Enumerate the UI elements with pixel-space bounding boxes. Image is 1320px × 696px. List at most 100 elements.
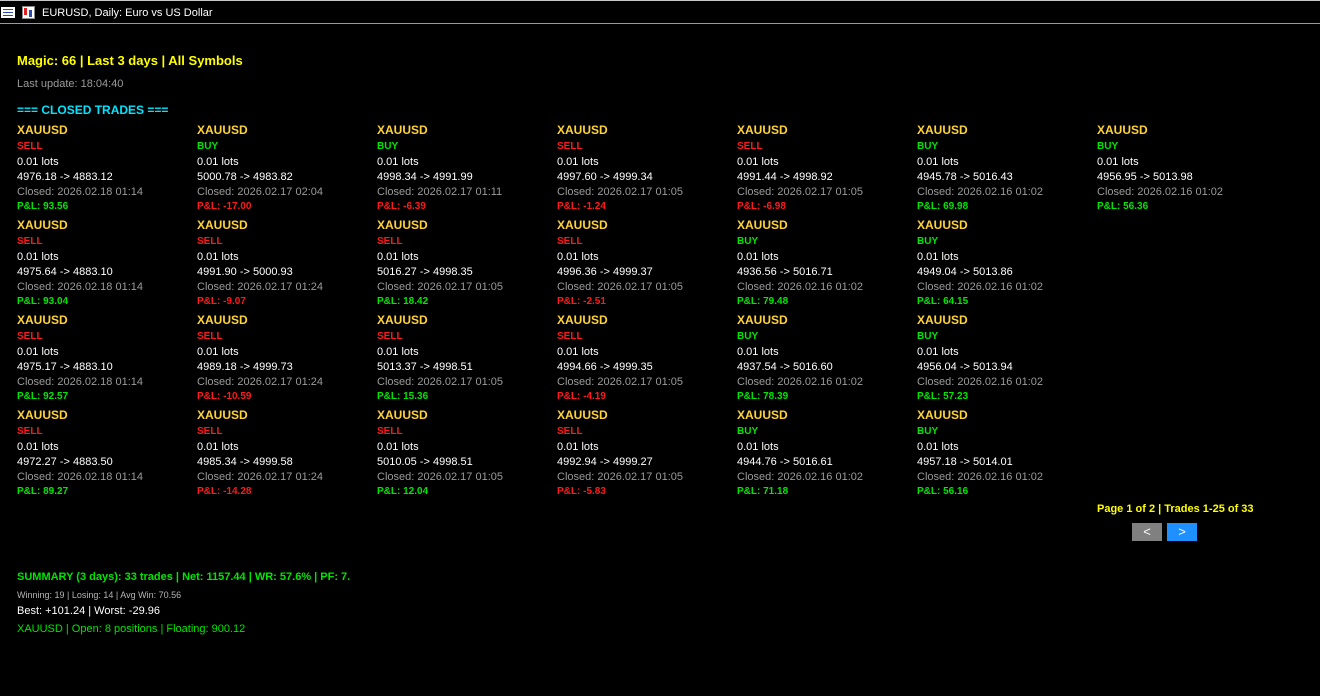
trade-pnl: P&L: 93.56 [17,201,69,212]
trade-closed-time: Closed: 2026.02.18 01:14 [17,281,143,293]
trade-closed-time: Closed: 2026.02.17 01:05 [377,281,503,293]
trade-pnl: P&L: -17.00 [197,201,252,212]
window-title: EURUSD, Daily: Euro vs US Dollar [42,7,213,19]
trade-pnl: P&L: 89.27 [17,486,69,497]
trade-closed-time: Closed: 2026.02.17 01:05 [557,281,683,293]
trade-pnl: P&L: -6.39 [377,201,426,212]
best-worst-stats: Best: +101.24 | Worst: -29.96 [17,605,160,617]
trade-prices: 4937.54 -> 5016.60 [737,361,833,373]
chart-window-icon[interactable] [1,7,15,18]
trade-symbol: XAUUSD [197,218,248,232]
trade-pnl: P&L: 56.16 [917,486,969,497]
trade-closed-time: Closed: 2026.02.17 01:24 [197,471,323,483]
trade-closed-time: Closed: 2026.02.17 01:05 [557,186,683,198]
trade-symbol: XAUUSD [377,313,428,327]
trade-prices: 4998.34 -> 4991.99 [377,171,473,183]
trade-symbol: XAUUSD [197,123,248,137]
trade-symbol: XAUUSD [377,218,428,232]
trade-closed-time: Closed: 2026.02.17 01:05 [557,376,683,388]
trade-symbol: XAUUSD [737,408,788,422]
trade-card: XAUUSD SELL 0.01 lots 5016.27 -> 4998.35 Clo… [377,218,552,313]
trade-closed-time: Closed: 2026.02.18 01:14 [17,186,143,198]
trade-side: BUY [377,141,399,152]
trade-prices: 4949.04 -> 5013.86 [917,266,1013,278]
trade-side: SELL [557,331,583,342]
trade-closed-time: Closed: 2026.02.17 01:11 [377,186,503,198]
previous-page-button[interactable]: < [1132,523,1162,541]
trade-lots: 0.01 lots [917,156,959,168]
trade-card: XAUUSD SELL 0.01 lots 4985.34 -> 4999.58 Clo… [197,408,372,503]
trade-side: BUY [737,331,759,342]
trade-symbol: XAUUSD [377,123,428,137]
trade-symbol: XAUUSD [557,218,608,232]
trade-prices: 4991.90 -> 5000.93 [197,266,293,278]
trade-symbol: XAUUSD [917,313,968,327]
trade-prices: 4972.27 -> 4883.50 [17,456,113,468]
trade-card: XAUUSD BUY 0.01 lots 4945.78 -> 5016.43 Clos… [917,123,1092,218]
trade-lots: 0.01 lots [917,346,959,358]
trade-card: XAUUSD BUY 0.01 lots 4937.54 -> 5016.60 Clos… [737,313,912,408]
trade-card: XAUUSD SELL 0.01 lots 4972.27 -> 4883.50 Clo… [17,408,192,503]
trade-card: XAUUSD BUY 0.01 lots 4957.18 -> 5014.01 Clos… [917,408,1092,503]
trade-card: XAUUSD BUY 0.01 lots 4949.04 -> 5013.86 Clos… [917,218,1092,313]
trade-prices: 5000.78 -> 4983.82 [197,171,293,183]
trade-lots: 0.01 lots [917,251,959,263]
trade-symbol: XAUUSD [197,313,248,327]
last-update-text: Last update: 18:04:40 [17,78,124,90]
closed-trades-heading: === CLOSED TRADES === [17,103,169,117]
trade-card: XAUUSD SELL 0.01 lots 4976.18 -> 4883.12 Clo… [17,123,192,218]
trade-lots: 0.01 lots [17,251,59,263]
trade-side: BUY [917,426,939,437]
trade-prices: 4994.66 -> 4999.35 [557,361,653,373]
trade-pnl: P&L: -1.24 [557,201,606,212]
trade-prices: 4956.95 -> 5013.98 [1097,171,1193,183]
trade-pnl: P&L: 93.04 [17,296,69,307]
trade-closed-time: Closed: 2026.02.18 01:14 [17,376,143,388]
trade-closed-time: Closed: 2026.02.17 01:24 [197,281,323,293]
trade-pnl: P&L: 92.57 [17,391,69,402]
trade-prices: 4957.18 -> 5014.01 [917,456,1013,468]
trade-side: SELL [17,141,43,152]
trade-prices: 4944.76 -> 5016.61 [737,456,833,468]
trade-prices: 4936.56 -> 5016.71 [737,266,833,278]
trade-lots: 0.01 lots [1097,156,1139,168]
trade-pnl: P&L: -10.59 [197,391,252,402]
trade-lots: 0.01 lots [197,346,239,358]
trade-side: SELL [377,426,403,437]
trade-symbol: XAUUSD [17,123,68,137]
next-page-button[interactable]: > [1167,523,1197,541]
trade-prices: 4991.44 -> 4998.92 [737,171,833,183]
trade-side: BUY [917,331,939,342]
trade-card: XAUUSD BUY 0.01 lots 4944.76 -> 5016.61 Clos… [737,408,912,503]
trade-card: XAUUSD SELL 0.01 lots 4975.17 -> 4883.10 Clo… [17,313,192,408]
open-positions-line: XAUUSD | Open: 8 positions | Floating: 9… [17,623,246,635]
trade-side: SELL [17,426,43,437]
trade-pnl: P&L: -6.98 [737,201,786,212]
trade-lots: 0.01 lots [197,156,239,168]
trade-pnl: P&L: -4.19 [557,391,606,402]
trade-lots: 0.01 lots [197,441,239,453]
trade-card: XAUUSD BUY 0.01 lots 4956.04 -> 5013.94 Clos… [917,313,1092,408]
trade-pnl: P&L: 71.18 [737,486,789,497]
trade-lots: 0.01 lots [557,251,599,263]
trade-side: BUY [737,236,759,247]
trade-lots: 0.01 lots [737,251,779,263]
trade-symbol: XAUUSD [197,408,248,422]
trade-lots: 0.01 lots [377,251,419,263]
trade-card: XAUUSD SELL 0.01 lots 4989.18 -> 4999.73 Clo… [197,313,372,408]
trade-side: SELL [557,141,583,152]
trade-lots: 0.01 lots [737,156,779,168]
trade-closed-time: Closed: 2026.02.16 01:02 [917,376,1043,388]
trade-side: BUY [917,236,939,247]
trade-lots: 0.01 lots [17,346,59,358]
trade-side: SELL [737,141,763,152]
trade-card: XAUUSD BUY 0.01 lots 4998.34 -> 4991.99 Clos… [377,123,552,218]
trade-prices: 4945.78 -> 5016.43 [917,171,1013,183]
chart-type-icon[interactable] [22,6,35,19]
trade-side: SELL [17,331,43,342]
trade-symbol: XAUUSD [737,123,788,137]
trade-lots: 0.01 lots [377,441,419,453]
trade-pnl: P&L: -5.83 [557,486,606,497]
trade-prices: 4975.64 -> 4883.10 [17,266,113,278]
trade-pnl: P&L: 69.98 [917,201,969,212]
